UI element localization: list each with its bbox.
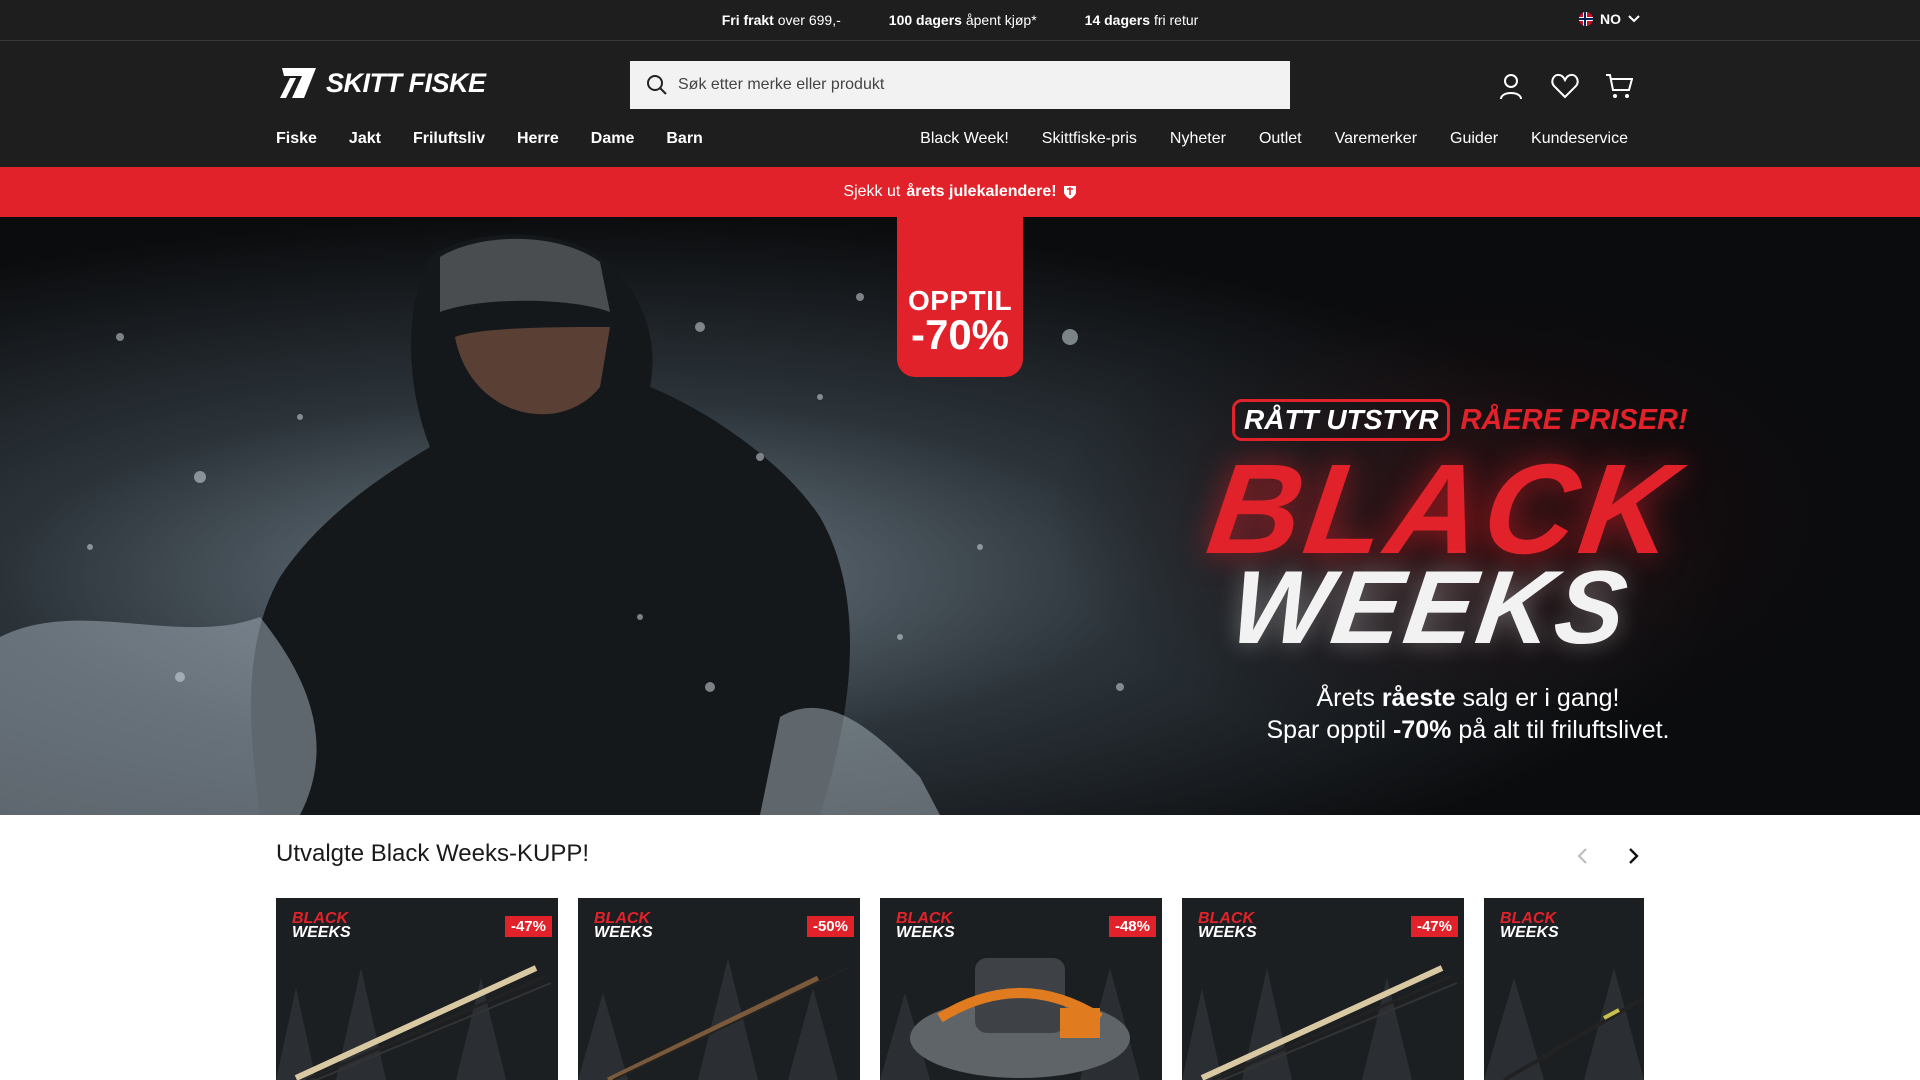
carousel-prev-button[interactable] <box>1566 840 1598 872</box>
skitt-fiske-logo-icon <box>280 68 316 98</box>
nav-varemerker[interactable]: Varemerker <box>1335 130 1417 148</box>
nav-herre[interactable]: Herre <box>517 130 559 148</box>
black-weeks-mini-logo: BLACK WEEKS <box>1500 910 1559 941</box>
nav-outlet[interactable]: Outlet <box>1259 130 1302 148</box>
search-icon <box>647 75 667 95</box>
cart-icon[interactable] <box>1603 71 1635 101</box>
nav-nyheter[interactable]: Nyheter <box>1170 130 1226 148</box>
chevron-left-icon <box>1577 848 1587 864</box>
black-weeks-mini-logo: BLACK WEEKS <box>292 910 351 941</box>
badge-line2: -70% <box>910 311 1010 358</box>
discount-tag: -48% <box>1108 916 1156 937</box>
nav-barn[interactable]: Barn <box>666 130 702 148</box>
usp-free-shipping: Fri frakt over 699,- <box>722 12 841 28</box>
norway-flag-icon <box>1579 12 1593 26</box>
account-icon[interactable] <box>1495 71 1527 101</box>
nav-skittfiske-pris[interactable]: Skittfiske-pris <box>1042 130 1137 148</box>
language-selector[interactable]: NO <box>1579 11 1640 27</box>
gift-shield-icon <box>1063 186 1076 199</box>
header-actions <box>1495 71 1635 101</box>
usp-text: over 699,- <box>777 12 841 28</box>
hero-subtext-line1: Årets råeste salg er i gang! <box>1316 684 1620 712</box>
top-usp-bar: Fri frakt over 699,- 100 dagers åpent kj… <box>0 0 1920 41</box>
carousel-nav <box>1566 840 1650 872</box>
slogan-red: RÅERE PRISER! <box>1460 403 1688 436</box>
promo-highlight: årets julekalendere! <box>906 183 1057 200</box>
section-heading: Utvalgte Black Weeks-KUPP! <box>276 840 589 867</box>
nav-fiske[interactable]: Fiske <box>276 130 317 148</box>
site-header: SKITT FISKE Fiske Jakt Friluftsliv Herre… <box>0 41 1920 167</box>
logo-wordmark: SKITT FISKE <box>326 67 486 98</box>
carousel-next-button[interactable] <box>1618 840 1650 872</box>
product-card[interactable]: BLACK WEEKS -48% <box>880 898 1162 1080</box>
usp-bold: Fri frakt <box>721 12 774 28</box>
usp-free-return: 14 dagers fri retur <box>1085 12 1199 28</box>
nav-guider[interactable]: Guider <box>1450 130 1498 148</box>
search-input[interactable] <box>678 76 1268 94</box>
chevron-right-icon <box>1629 848 1639 864</box>
slogan-boxed: RÅTT UTSTYR <box>1232 399 1451 441</box>
product-card[interactable]: BLACK WEEKS -50% <box>578 898 860 1080</box>
language-code: NO <box>1600 11 1621 27</box>
nav-black-week[interactable]: Black Week! <box>920 130 1009 148</box>
usp-bold: 100 dagers <box>888 12 962 28</box>
hero-subtext: Årets råeste salg er i gang! Spar opptil… <box>1188 682 1748 746</box>
site-logo[interactable]: SKITT FISKE <box>276 66 486 100</box>
promo-banner[interactable]: Sjekk ut årets julekalendere! <box>0 167 1920 217</box>
hero-banner[interactable]: OPPTIL -70% RÅTT UTSTYR RÅERE PRISER! BL… <box>0 217 1920 815</box>
chevron-down-icon <box>1628 15 1640 23</box>
usp-open-purchase: 100 dagers åpent kjøp* <box>889 12 1037 28</box>
black-weeks-mini-logo: BLACK WEEKS <box>594 910 653 941</box>
nav-dame[interactable]: Dame <box>591 130 635 148</box>
usp-text: fri retur <box>1153 12 1199 28</box>
search-bar[interactable] <box>630 61 1290 109</box>
product-card[interactable]: BLACK WEEKS <box>1484 898 1644 1080</box>
wishlist-heart-icon[interactable] <box>1549 71 1581 101</box>
usp-text: åpent kjøp* <box>965 12 1037 28</box>
hero-slogan: RÅTT UTSTYR RÅERE PRISER! <box>1232 399 1688 441</box>
nav-jakt[interactable]: Jakt <box>349 130 381 148</box>
category-nav: Fiske Jakt Friluftsliv Herre Dame Barn <box>276 130 703 148</box>
discount-tag: -50% <box>806 916 854 937</box>
discount-tag: -47% <box>504 916 552 937</box>
nav-kundeservice[interactable]: Kundeservice <box>1531 130 1628 148</box>
discount-badge: OPPTIL -70% <box>897 217 1023 377</box>
promo-text: Sjekk ut <box>843 183 901 200</box>
product-card[interactable]: BLACK WEEKS -47% <box>1182 898 1464 1080</box>
product-carousel: BLACK WEEKS -47% BLACK WEEKS -50% BLACK WEE… <box>276 898 1644 1080</box>
black-weeks-mini-logo: BLACK WEEKS <box>1198 910 1257 941</box>
secondary-nav: Black Week! Skittfiske-pris Nyheter Outl… <box>920 130 1628 148</box>
product-card[interactable]: BLACK WEEKS -47% <box>276 898 558 1080</box>
discount-tag: -47% <box>1410 916 1458 937</box>
hero-subtext-line2: Spar opptil -70% på alt til friluftslive… <box>1266 716 1670 744</box>
nav-friluftsliv[interactable]: Friluftsliv <box>413 130 485 148</box>
hero-title-weeks: WEEKS <box>1223 550 1637 666</box>
usp-bold: 14 dagers <box>1084 12 1151 28</box>
black-weeks-mini-logo: BLACK WEEKS <box>896 910 955 941</box>
